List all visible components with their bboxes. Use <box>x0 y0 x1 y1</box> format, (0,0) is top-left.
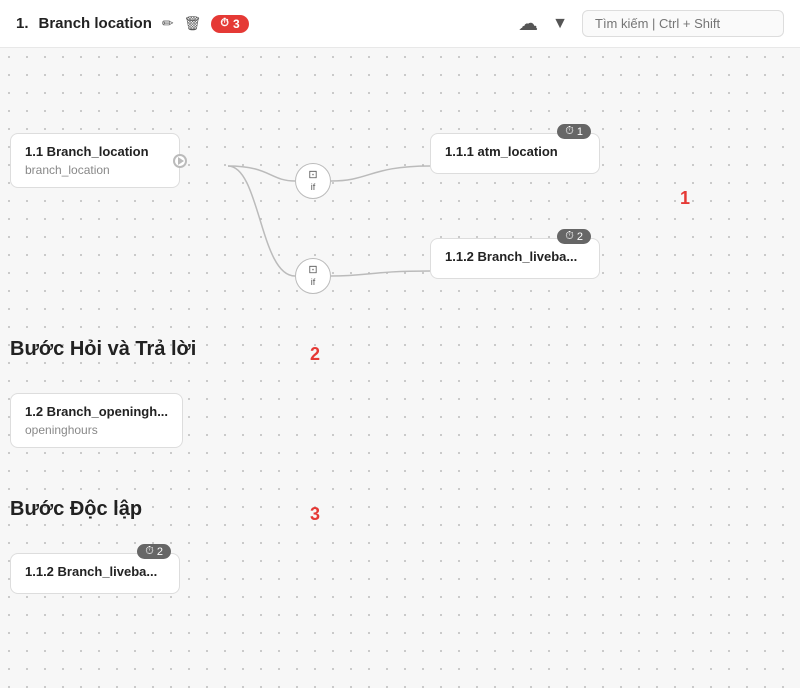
section-buoc-hoi-number: 2 <box>310 344 320 365</box>
dropdown-button[interactable]: ▼ <box>548 13 572 35</box>
section-buoc-doc-lap-number: 3 <box>310 504 320 525</box>
node-1-1-1-badge: ⏱ 1 <box>557 124 591 139</box>
step-number: 1. <box>16 15 29 32</box>
edit-icon[interactable]: ✏ <box>162 15 174 32</box>
node-1-1-1-badge-icon: ⏱ <box>565 125 574 138</box>
canvas: Bước Hỏi và Trả lời 2 Bước Độc lập 3 1.1… <box>0 48 800 688</box>
if-gate-2: ⊡ if <box>295 258 331 294</box>
if-gate-1-label: if <box>311 182 316 193</box>
search-input[interactable] <box>582 10 784 37</box>
section-buoc-doc-lap-label: Bước Độc lập <box>10 498 142 521</box>
node-1-1-connector <box>173 154 187 168</box>
delete-icon[interactable]: 🗑 <box>184 15 202 32</box>
if-gate-2-label: if <box>311 277 316 288</box>
node-1-1-sub: branch_location <box>25 163 165 177</box>
cloud-icon[interactable]: ☁ <box>518 11 538 36</box>
badge-clock-icon: ⏱ <box>220 17 229 30</box>
section-num-1: 1 <box>680 188 690 209</box>
node-1-1-2-bottom-title: 1.1.2 Branch_liveba... <box>25 564 165 579</box>
node-1-2-sub: openinghours <box>25 423 168 437</box>
node-1-2-title: 1.2 Branch_openingh... <box>25 404 168 419</box>
if-gate-1: ⊡ if <box>295 163 331 199</box>
header: 1. Branch location ✏ 🗑 ⏱ 3 ☁ ▼ <box>0 0 800 48</box>
badge: ⏱ 3 <box>211 15 248 33</box>
if-gate-2-icon: ⊡ <box>308 264 317 277</box>
node-1-1-2-top-title: 1.1.2 Branch_liveba... <box>445 249 585 264</box>
node-1-2[interactable]: 1.2 Branch_openingh... openinghours <box>10 393 183 448</box>
node-1-1-2-bottom-badge-icon: ⏱ <box>145 545 154 558</box>
node-1-1-1[interactable]: ⏱ 1 1.1.1 atm_location <box>430 133 600 174</box>
node-1-1-2-top-badge-icon: ⏱ <box>565 230 574 243</box>
node-1-1[interactable]: 1.1 Branch_location branch_location <box>10 133 180 188</box>
section-buoc-hoi-label: Bước Hỏi và Trả lời <box>10 338 196 361</box>
if-gate-1-icon: ⊡ <box>308 169 317 182</box>
node-1-1-2-top-badge-count: 2 <box>577 231 583 243</box>
badge-count: 3 <box>233 17 240 31</box>
node-1-1-2-bottom-badge-count: 2 <box>157 546 163 558</box>
node-1-1-2-bottom[interactable]: ⏱ 2 1.1.2 Branch_liveba... <box>10 553 180 594</box>
node-1-1-2-bottom-badge: ⏱ 2 <box>137 544 171 559</box>
node-1-1-1-badge-count: 1 <box>577 126 583 138</box>
page-title: Branch location <box>39 15 152 32</box>
node-1-1-2-top-badge: ⏱ 2 <box>557 229 591 244</box>
node-1-1-1-title: 1.1.1 atm_location <box>445 144 585 159</box>
node-1-1-title: 1.1 Branch_location <box>25 144 165 159</box>
node-1-1-2-top[interactable]: ⏱ 2 1.1.2 Branch_liveba... <box>430 238 600 279</box>
